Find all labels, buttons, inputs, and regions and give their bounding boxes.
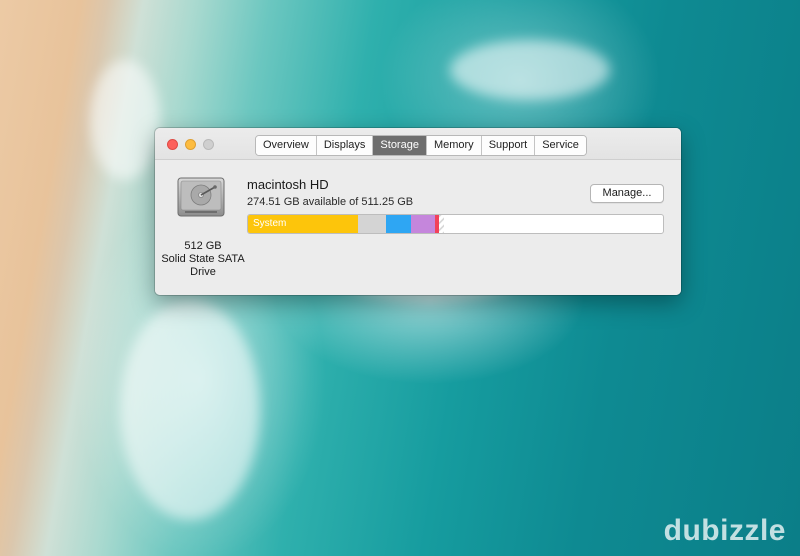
minimize-button[interactable]	[185, 139, 196, 150]
tab-displays[interactable]: Displays	[316, 136, 374, 155]
drive-type-suffix: Drive	[190, 266, 216, 278]
storage-usage-bar[interactable]: System	[247, 214, 664, 234]
storage-pane: 512 GB Solid State SATA Drive macintosh …	[155, 160, 681, 295]
drive-capacity: 512 GB	[184, 240, 222, 252]
storage-segment-label: System	[253, 218, 287, 229]
tab-memory[interactable]: Memory	[426, 136, 482, 155]
drive-type: Solid State SATA	[161, 253, 245, 265]
volume-name: macintosh HD	[247, 177, 329, 192]
tab-support[interactable]: Support	[481, 136, 536, 155]
about-this-mac-window: Overview Displays Storage Memory Support…	[155, 128, 681, 295]
volume-available-space: 274.51 GB available of 511.25 GB	[247, 196, 414, 208]
tab-overview[interactable]: Overview	[256, 136, 317, 155]
watermark-logo: dubizzle	[663, 514, 786, 547]
title-bar: Overview Displays Storage Memory Support…	[155, 128, 681, 160]
zoom-button[interactable]	[203, 139, 214, 150]
storage-segment-documents[interactable]	[411, 215, 435, 233]
tab-bar: Overview Displays Storage Memory Support…	[255, 135, 587, 156]
storage-segment-other[interactable]	[358, 215, 386, 233]
storage-segment-system[interactable]: System	[248, 215, 358, 233]
hard-drive-icon	[177, 177, 225, 217]
storage-segment-apps[interactable]	[386, 215, 411, 233]
wave-foam	[90, 60, 160, 180]
tab-storage[interactable]: Storage	[373, 136, 427, 155]
tab-service[interactable]: Service	[535, 136, 586, 155]
close-button[interactable]	[167, 139, 178, 150]
wave-foam	[120, 300, 260, 520]
storage-segment-purgeable[interactable]	[439, 215, 444, 233]
manage-button[interactable]: Manage...	[590, 184, 664, 203]
wave-foam	[450, 40, 610, 100]
drive-description: 512 GB Solid State SATA Drive	[155, 240, 251, 279]
